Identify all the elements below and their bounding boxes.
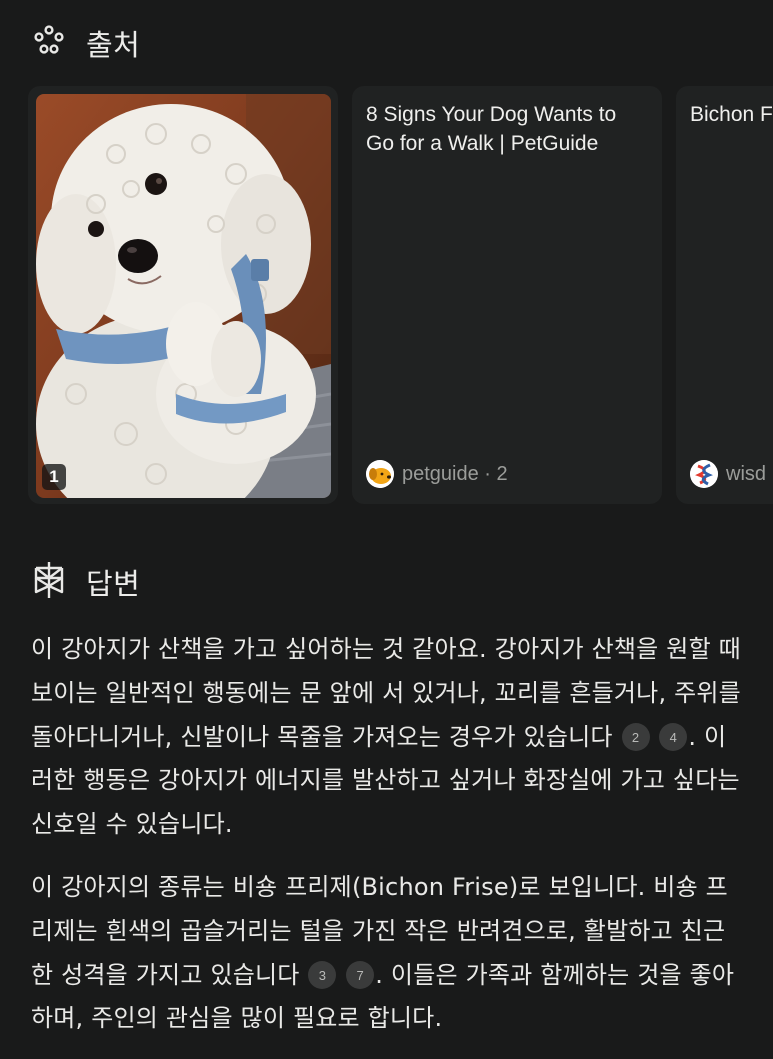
sources-icon bbox=[32, 24, 66, 62]
answer-title: 답변 bbox=[86, 567, 141, 601]
citation-badge[interactable]: 7 bbox=[346, 961, 375, 990]
answer-logo-icon bbox=[32, 560, 66, 604]
sources-title: 출처 bbox=[86, 28, 141, 62]
answer-paragraph: 이 강아지가 산책을 가고 싶어하는 것 같아요. 강아지가 산책을 원할 때 … bbox=[31, 628, 743, 847]
wisdom-panel-icon bbox=[690, 460, 718, 488]
source-domain-label: wisd bbox=[726, 462, 767, 485]
petguide-icon bbox=[366, 460, 394, 488]
source-card-title[interactable]: Bichon F Wisdom Breeds bbox=[690, 100, 773, 129]
source-index-badge: 1 bbox=[42, 464, 66, 490]
source-domain-label: petguide · 2 bbox=[402, 462, 508, 485]
citation-badge[interactable]: 4 bbox=[659, 723, 688, 752]
source-cards: 1 8 Signs Your Dog Wants to Go for a Wal… bbox=[28, 86, 773, 504]
answer-paragraph: 이 강아지의 종류는 비숑 프리제(Bichon Frise)로 보입니다. 비… bbox=[31, 866, 743, 1041]
answer-header: 답변 bbox=[32, 560, 140, 604]
source-card-domain: wisd bbox=[690, 460, 766, 488]
source-card-wisdom[interactable]: Bichon F Wisdom Breeds wisd bbox=[676, 86, 773, 504]
source-card-image[interactable]: 1 bbox=[28, 86, 338, 504]
source-card-title[interactable]: 8 Signs Your Dog Wants to Go for a Walk … bbox=[366, 100, 650, 158]
source-card-domain: petguide · 2 bbox=[366, 460, 508, 488]
source-card-petguide[interactable]: 8 Signs Your Dog Wants to Go for a Walk … bbox=[352, 86, 662, 504]
citation-badge[interactable]: 3 bbox=[308, 961, 337, 990]
citation-badge[interactable]: 2 bbox=[621, 723, 650, 752]
sources-header: 출처 bbox=[32, 22, 140, 64]
dog-photo[interactable]: 1 bbox=[36, 94, 331, 498]
answer-body: 이 강아지가 산책을 가고 싶어하는 것 같아요. 강아지가 산책을 원할 때 … bbox=[31, 628, 743, 1059]
